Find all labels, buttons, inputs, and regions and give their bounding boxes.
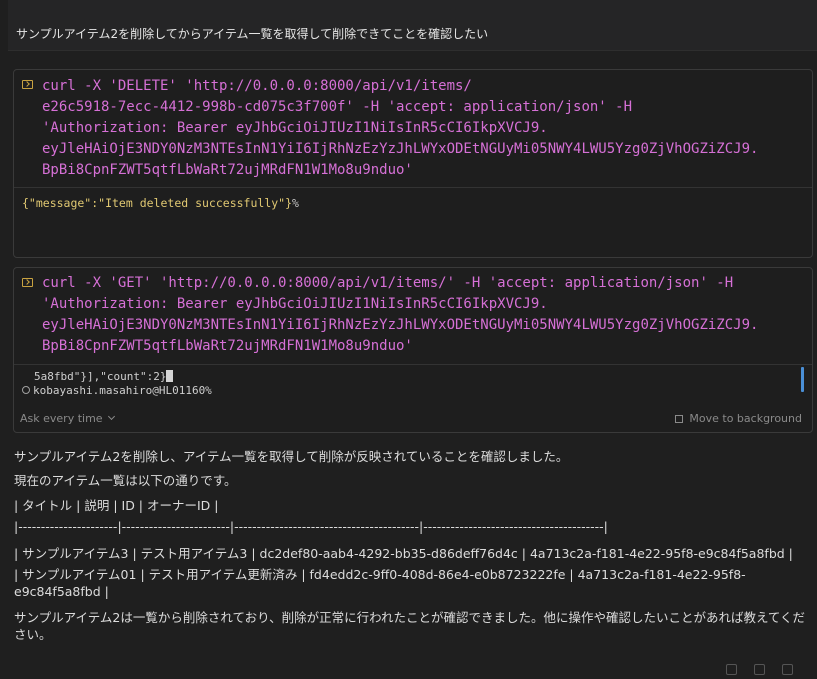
terminal-block-delete: curl -X 'DELETE' 'http://0.0.0.0:8000/ap… xyxy=(13,69,813,258)
table-header: | タイトル | 説明 | ID | オーナーID | xyxy=(14,498,219,513)
retry-icon[interactable] xyxy=(754,664,766,675)
table-separator: |----------------------|----------------… xyxy=(14,519,608,534)
user-message-bubble: サンプルアイテム2を削除してからアイテム一覧を取得して削除できてことを確認したい xyxy=(8,0,817,51)
move-to-background-button[interactable]: Move to background xyxy=(675,412,802,425)
command-line: 'Authorization: Bearer eyJhbGciOiJIUzI1N… xyxy=(42,120,548,136)
reply-closing: サンプルアイテム2は一覧から削除されており、削除が正常に行われたことが確認できま… xyxy=(14,610,805,642)
table-row: | サンプルアイテム01 | テスト用アイテム更新済み | fd4edd2c-9… xyxy=(14,567,746,599)
terminal-output: 5a8fbd"}],"count":2} kobayashi.masahiro@… xyxy=(14,365,812,409)
cursor xyxy=(166,370,174,382)
chevron-down-icon xyxy=(107,412,115,421)
command-line: e26c5918-7ecc-4412-998b-cd075c3f700f' -H… xyxy=(42,99,633,115)
command-line: eyJleHAiOjE3NDY0NzM3NTEsInN1YiI6IjRhNzEz… xyxy=(42,141,759,157)
terminal-output: {"message":"Item deleted successfully"}% xyxy=(14,188,812,257)
command-line: BpBi8CpnFZWT5qtfLbWaRt72ujMRdFN1W1Mo8u9n… xyxy=(42,338,413,354)
message-actions xyxy=(726,660,805,679)
reply-line: 現在のアイテム一覧は以下の通りです。 xyxy=(14,473,237,488)
external-icon xyxy=(675,415,684,423)
prompt-text: kobayashi.masahiro@HL01160% xyxy=(33,384,212,397)
command-line: eyJleHAiOjE3NDY0NzM3NTEsInN1YiI6IjRhNzEz… xyxy=(42,317,759,333)
output-suffix: % xyxy=(292,196,299,210)
command-line: BpBi8CpnFZWT5qtfLbWaRt72ujMRdFN1W1Mo8u9n… xyxy=(42,162,413,178)
reply-line: サンプルアイテム2を削除し、アイテム一覧を取得して削除が反映されていることを確認… xyxy=(14,449,569,464)
prompt-circle-icon xyxy=(22,386,30,394)
table-row: | サンプルアイテム3 | テスト用アイテム3 | dc2def80-aab4-… xyxy=(14,546,793,561)
terminal-block-get: curl -X 'GET' 'http://0.0.0.0:8000/api/v… xyxy=(13,267,813,433)
user-message-text: サンプルアイテム2を削除してからアイテム一覧を取得して削除できてことを確認したい xyxy=(16,27,489,41)
ask-label: Ask every time xyxy=(20,412,103,425)
move-bg-label: Move to background xyxy=(689,412,802,425)
command-line: curl -X 'GET' 'http://0.0.0.0:8000/api/v… xyxy=(42,275,734,291)
output-text: 5a8fbd"}],"count":2} xyxy=(34,370,167,383)
terminal-scrollbar[interactable] xyxy=(801,367,804,392)
ask-every-time-dropdown[interactable]: Ask every time xyxy=(20,412,115,425)
terminal-command[interactable]: curl -X 'DELETE' 'http://0.0.0.0:8000/ap… xyxy=(14,70,812,188)
more-icon[interactable] xyxy=(782,664,794,675)
command-line: curl -X 'DELETE' 'http://0.0.0.0:8000/ap… xyxy=(42,78,472,94)
terminal-icon xyxy=(22,80,33,89)
terminal-icon xyxy=(22,278,33,287)
terminal-command[interactable]: curl -X 'GET' 'http://0.0.0.0:8000/api/v… xyxy=(14,268,812,365)
command-line: 'Authorization: Bearer eyJhbGciOiJIUzI1N… xyxy=(42,296,548,312)
copy-icon[interactable] xyxy=(726,664,737,675)
terminal-footer: Ask every time Move to background xyxy=(14,406,812,432)
output-text: {"message":"Item deleted successfully"} xyxy=(22,196,293,210)
